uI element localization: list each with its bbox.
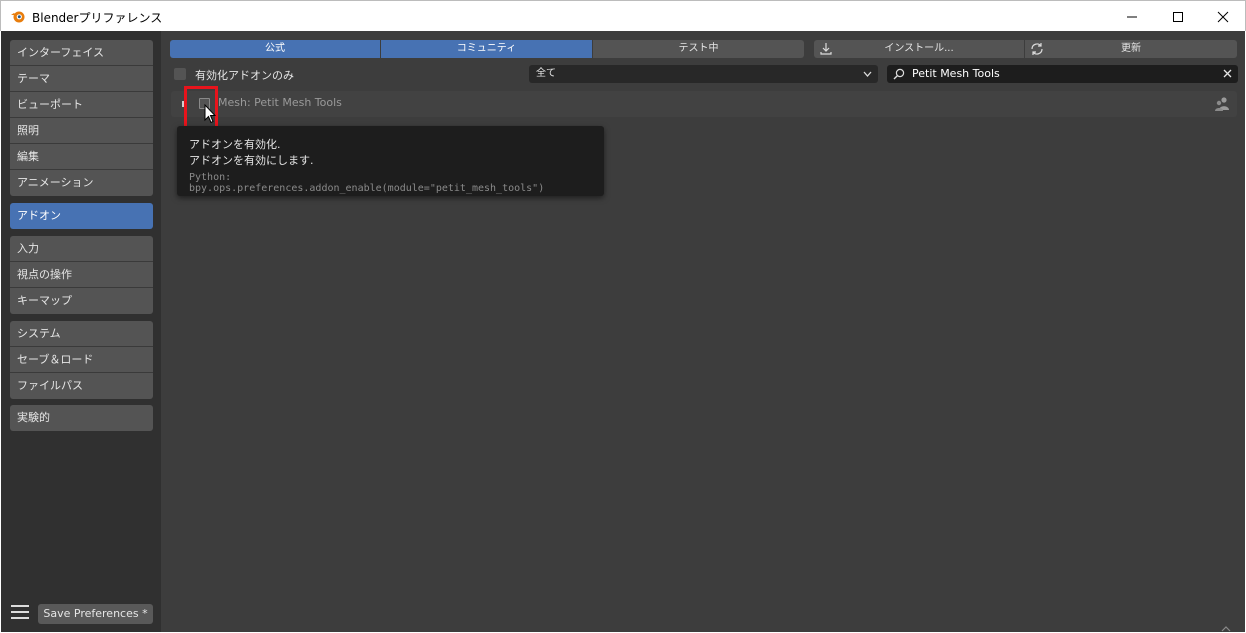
scroll-up-icon[interactable] <box>1221 626 1231 632</box>
addon-name: Mesh: Petit Mesh Tools <box>218 96 342 109</box>
refresh-button[interactable]: 更新 <box>1025 40 1237 58</box>
chevron-down-icon <box>863 71 872 77</box>
mouse-cursor-icon <box>204 104 216 124</box>
sidebar-group-system: システム セーブ＆ロード ファイルパス <box>10 321 153 399</box>
sidebar-item-animation[interactable]: アニメーション <box>10 170 153 196</box>
tooltip: アドオンを有効化. アドオンを有効にします. Python: bpy.ops.p… <box>177 126 604 196</box>
sidebar-group-experimental: 実験的 <box>10 405 153 431</box>
sidebar-item-system[interactable]: システム <box>10 321 153 347</box>
preferences-window: インターフェイス テーマ ビューポート 照明 編集 アニメーション アドオン 入… <box>1 31 1245 632</box>
close-icon <box>1217 11 1229 22</box>
download-icon <box>820 43 832 55</box>
enabled-only-label: 有効化アドオンのみ <box>195 69 294 82</box>
sidebar-item-keymap[interactable]: キーマップ <box>10 288 153 314</box>
window-title-bar: Blenderプリファレンス <box>0 0 1246 31</box>
tab-community[interactable]: コミュニティ <box>381 40 592 58</box>
sidebar-item-input[interactable]: 入力 <box>10 236 153 262</box>
sidebar-group-addons: アドオン <box>10 203 153 229</box>
maximize-icon <box>1173 11 1183 22</box>
save-preferences-button[interactable]: Save Preferences * <box>38 604 153 624</box>
sidebar-item-lights[interactable]: 照明 <box>10 118 153 144</box>
sidebar-item-themes[interactable]: テーマ <box>10 66 153 92</box>
window-title: Blenderプリファレンス <box>32 11 163 25</box>
blender-logo-icon <box>11 11 25 23</box>
sidebar-item-experimental[interactable]: 実験的 <box>10 405 153 431</box>
install-button[interactable]: インストール... <box>814 40 1024 58</box>
addon-row: Mesh: Petit Mesh Tools <box>171 91 1237 117</box>
sidebar-item-navigation[interactable]: 視点の操作 <box>10 262 153 288</box>
sidebar-item-interface[interactable]: インターフェイス <box>10 40 153 66</box>
close-button[interactable] <box>1200 1 1246 32</box>
enabled-only-checkbox[interactable] <box>174 68 186 80</box>
clear-search-icon[interactable] <box>1221 67 1234 80</box>
sidebar-item-save-load[interactable]: セーブ＆ロード <box>10 347 153 373</box>
sidebar-item-viewport[interactable]: ビューポート <box>10 92 153 118</box>
sidebar-group-input: 入力 視点の操作 キーマップ <box>10 236 153 314</box>
category-value: 全て <box>536 68 556 79</box>
maximize-button[interactable] <box>1155 1 1201 32</box>
search-input[interactable]: Petit Mesh Tools <box>887 65 1238 83</box>
minimize-icon <box>1127 16 1137 17</box>
sidebar-item-editing[interactable]: 編集 <box>10 144 153 170</box>
minimize-button[interactable] <box>1109 1 1155 32</box>
preferences-menu-icon[interactable] <box>11 605 29 621</box>
tooltip-description: アドオンを有効にします. <box>189 154 314 167</box>
tooltip-python: Python: bpy.ops.preferences.addon_enable… <box>189 172 545 194</box>
search-icon <box>893 68 905 80</box>
sidebar-group-interface: インターフェイス テーマ ビューポート 照明 編集 アニメーション <box>10 40 153 196</box>
sidebar-item-file-paths[interactable]: ファイルパス <box>10 373 153 399</box>
refresh-label: 更新 <box>1121 43 1141 54</box>
sidebar-item-addons[interactable]: アドオン <box>10 203 153 229</box>
install-label: インストール... <box>884 43 954 54</box>
search-value: Petit Mesh Tools <box>912 67 1000 80</box>
tab-testing[interactable]: テスト中 <box>593 40 804 58</box>
refresh-icon <box>1031 43 1043 55</box>
tab-official[interactable]: 公式 <box>170 40 380 58</box>
tooltip-title: アドオンを有効化. <box>189 138 281 151</box>
category-dropdown[interactable]: 全て <box>529 65 878 83</box>
sidebar: インターフェイス テーマ ビューポート 照明 編集 アニメーション アドオン 入… <box>1 31 161 632</box>
addons-panel: 公式 コミュニティ テスト中 インストール... 更新 有効化アドオンのみ 全て… <box>161 31 1245 632</box>
community-user-icon <box>1215 97 1229 111</box>
